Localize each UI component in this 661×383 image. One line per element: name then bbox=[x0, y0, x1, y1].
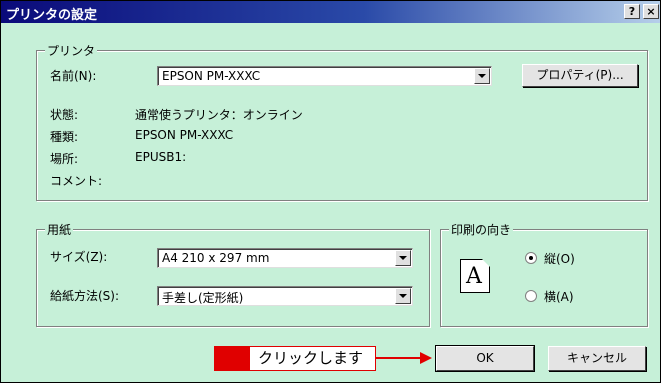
callout-box: クリックします bbox=[249, 346, 376, 371]
callout-arrow-icon bbox=[376, 352, 432, 364]
printer-group-label: プリンタ bbox=[45, 42, 98, 59]
properties-button[interactable]: プロパティ(P)... bbox=[522, 64, 638, 87]
title-bar[interactable]: プリンタの設定 ? × bbox=[1, 1, 660, 23]
landscape-label[interactable]: 横(A) bbox=[544, 288, 574, 305]
cancel-button[interactable]: キャンセル bbox=[548, 346, 646, 371]
callout-text: クリックします bbox=[258, 349, 364, 367]
type-label: 種類: bbox=[50, 130, 79, 144]
location-value: EPUSB1: bbox=[135, 150, 187, 164]
callout-marker bbox=[214, 346, 249, 371]
comment-label: コメント: bbox=[50, 174, 103, 188]
printer-settings-dialog: プリンタの設定 ? × プリンタ 名前(N): EPSON PM-XXXC プロ… bbox=[0, 0, 661, 383]
printer-group: プリンタ 名前(N): EPSON PM-XXXC プロパティ(P)... 状態… bbox=[36, 42, 648, 201]
dialog-title: プリンタの設定 bbox=[6, 8, 98, 23]
status-label: 状態: bbox=[50, 108, 79, 122]
name-label: 名前(N): bbox=[50, 69, 97, 83]
paper-group: 用紙 サイズ(Z): A4 210 x 297 mm 給紙方法(S): 手差し(… bbox=[36, 221, 430, 327]
ok-button[interactable]: OK bbox=[436, 346, 534, 371]
size-label: サイズ(Z): bbox=[50, 250, 108, 264]
location-label: 場所: bbox=[50, 152, 79, 166]
paper-source-select[interactable]: 手差し(定形紙) bbox=[157, 286, 413, 306]
orientation-letter: A bbox=[466, 264, 482, 289]
chevron-down-icon[interactable] bbox=[395, 288, 411, 304]
printer-name-select[interactable]: EPSON PM-XXXC bbox=[157, 66, 492, 86]
chevron-down-icon[interactable] bbox=[395, 250, 411, 266]
status-value: 通常使うプリンタ：オンライン bbox=[135, 108, 303, 122]
orientation-group-label: 印刷の向き bbox=[449, 221, 514, 238]
paper-source-label: 給紙方法(S): bbox=[50, 289, 120, 303]
paper-group-label: 用紙 bbox=[45, 221, 74, 238]
portrait-radio[interactable] bbox=[525, 252, 537, 264]
landscape-radio[interactable] bbox=[525, 290, 537, 302]
paper-size-select[interactable]: A4 210 x 297 mm bbox=[157, 248, 413, 268]
paper-size-value: A4 210 x 297 mm bbox=[162, 251, 270, 265]
orientation-group: 印刷の向き A 縦(O) 横(A) bbox=[440, 221, 648, 327]
printer-name-value: EPSON PM-XXXC bbox=[162, 69, 261, 83]
help-button[interactable]: ? bbox=[624, 4, 640, 19]
type-value: EPSON PM-XXXC bbox=[135, 128, 234, 142]
chevron-down-icon[interactable] bbox=[474, 68, 490, 84]
portrait-label[interactable]: 縦(O) bbox=[544, 250, 575, 267]
page-orientation-icon: A bbox=[460, 259, 490, 293]
paper-source-value: 手差し(定形紙) bbox=[162, 291, 244, 305]
close-button[interactable]: × bbox=[643, 4, 659, 19]
